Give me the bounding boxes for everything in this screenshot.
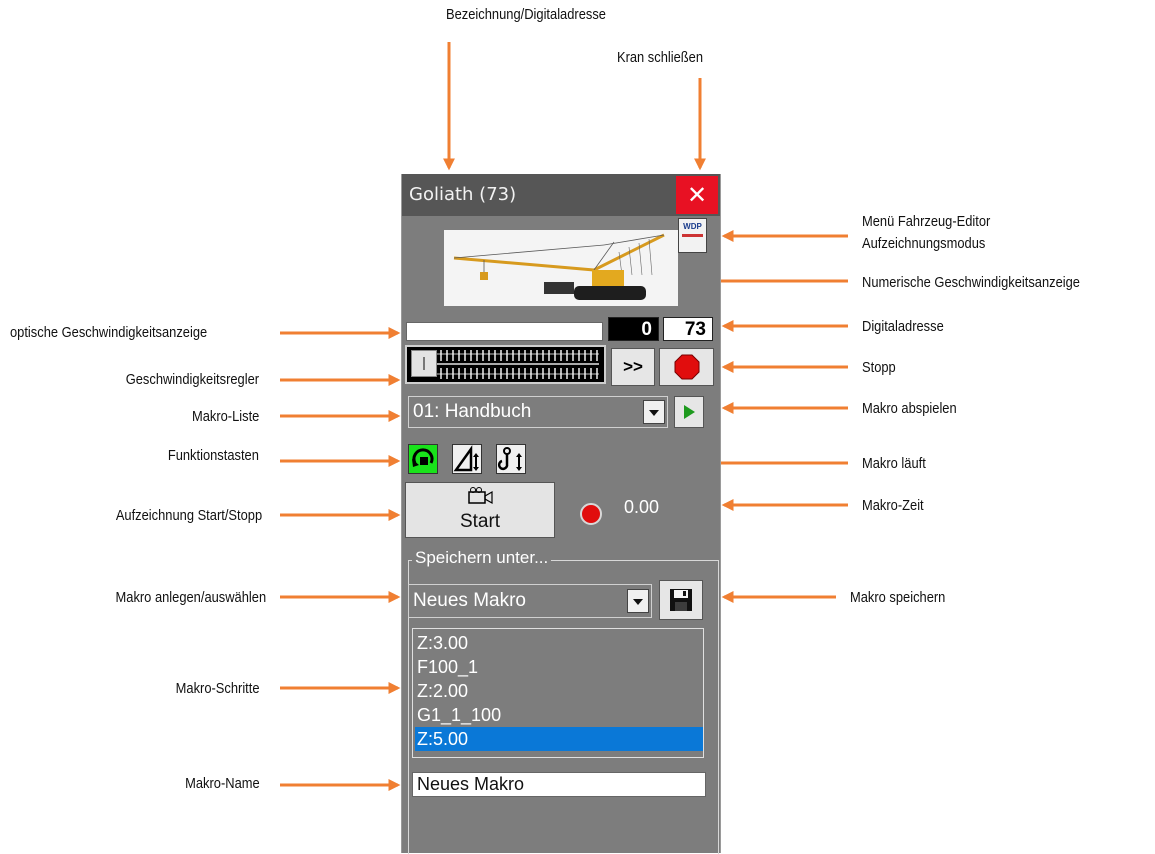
crane-image (444, 230, 678, 306)
numeric-speed-display: 0 (608, 317, 659, 341)
list-item[interactable]: F100_1 (415, 655, 703, 679)
boom-icon (453, 445, 479, 472)
macro-list-select[interactable]: 01: Handbuch (408, 396, 668, 428)
function-key-hook[interactable] (496, 444, 526, 474)
play-macro-button[interactable] (674, 396, 704, 428)
chevron-down-icon (633, 599, 643, 605)
window-title: Goliath (73) (409, 184, 517, 205)
wdp-logo-text: WDP (683, 222, 702, 231)
stop-icon (674, 354, 699, 380)
wdp-logo-bar (682, 234, 703, 237)
save-as-label: Speichern unter... (412, 548, 552, 568)
close-button[interactable]: ✕ (676, 176, 718, 214)
crane-window: Goliath (73) ✕ WDP 0 73 >> 01: Handbuch … (401, 174, 721, 854)
chevron-down-icon (649, 410, 659, 416)
macro-name-field[interactable]: Neues Makro (412, 772, 706, 797)
list-item-selected[interactable]: Z:5.00 (415, 727, 703, 751)
hook-icon (497, 447, 522, 471)
list-item[interactable]: Z:2.00 (415, 679, 703, 703)
record-start-label: Start (459, 511, 501, 532)
function-key-boom[interactable] (452, 444, 482, 474)
fast-forward-button[interactable]: >> (611, 348, 655, 386)
crane-rotate-icon (412, 448, 434, 467)
save-macro-button[interactable] (659, 580, 703, 620)
slider-thumb[interactable] (411, 350, 437, 377)
stop-button[interactable] (659, 348, 714, 386)
macro-steps-list[interactable]: Z:3.00 F100_1 Z:2.00 G1_1_100 Z:5.00 (412, 628, 704, 758)
macro-time-value: 0.00 (624, 497, 660, 517)
list-item[interactable]: G1_1_100 (415, 703, 703, 727)
function-key-rotate[interactable] (408, 444, 438, 474)
macro-list-dropdown[interactable] (643, 400, 665, 424)
title-bar[interactable]: Goliath (73) ✕ (402, 174, 720, 216)
camera-icon (468, 487, 493, 505)
macro-running-indicator (580, 503, 602, 525)
macro-list-value: 01: Handbuch (413, 401, 532, 422)
record-start-button[interactable]: Start (405, 482, 555, 538)
digital-address-display: 73 (663, 317, 713, 341)
vehicle-editor-menu-button[interactable]: WDP (678, 218, 707, 253)
speed-slider[interactable] (405, 345, 606, 384)
macro-select[interactable]: Neues Makro (408, 584, 652, 618)
play-icon (684, 405, 695, 419)
optical-speed-bar (406, 322, 603, 341)
floppy-disk-icon (670, 589, 692, 611)
macro-select-dropdown[interactable] (627, 589, 649, 613)
macro-select-value: Neues Makro (413, 590, 526, 611)
list-item[interactable]: Z:3.00 (415, 631, 703, 655)
